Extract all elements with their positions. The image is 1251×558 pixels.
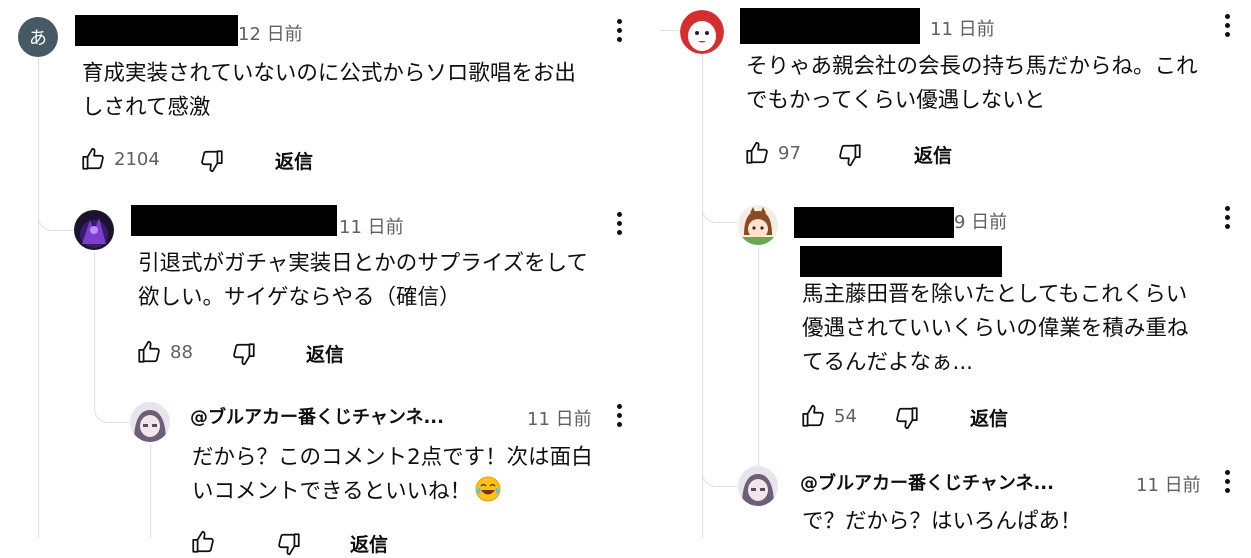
like-button[interactable]: 2104 [80, 145, 160, 173]
thread-connector [94, 360, 129, 423]
thread-line [150, 445, 151, 538]
avatar[interactable] [738, 466, 778, 506]
comment-timestamp[interactable]: 11 日前 [527, 405, 592, 431]
reply-button[interactable]: 返信 [275, 147, 313, 174]
comment-text: 育成実装されていないのに公式からソロ歌唱をお出 しされて感激 [82, 61, 576, 120]
redacted-author-name [740, 8, 920, 44]
redacted-author-name [75, 15, 238, 46]
thread-line [758, 247, 759, 467]
laugh-cry-emoji-icon [475, 476, 501, 513]
redacted-author-name [794, 207, 954, 238]
avatar[interactable] [130, 402, 170, 442]
dislike-button[interactable] [276, 530, 302, 558]
avatar[interactable]: あ [18, 17, 58, 57]
comment-author[interactable]: @ブルアカー番くじチャンネ... [190, 403, 444, 429]
comment-timestamp[interactable]: 11 日前 [339, 213, 404, 239]
thread-connector [38, 180, 73, 231]
like-count: 88 [170, 341, 193, 363]
more-vert-icon[interactable] [609, 398, 629, 432]
thumbs-up-icon [80, 146, 106, 172]
like-button[interactable]: 54 [800, 402, 857, 430]
avatar[interactable] [680, 10, 724, 54]
like-count: 2104 [114, 148, 160, 170]
reply-button[interactable]: 返信 [306, 340, 344, 367]
dislike-button[interactable] [894, 404, 920, 432]
comment-timestamp[interactable]: 11 日前 [1136, 471, 1201, 497]
more-vert-icon[interactable] [609, 13, 629, 47]
reply-button[interactable]: 返信 [350, 530, 388, 557]
dislike-button[interactable] [199, 147, 225, 175]
redacted-text [800, 246, 1002, 277]
comment-column-right: 11 日前 そりゃあ親会社の会長の持ち馬だからね。これ でもかってくらい優遇しな… [660, 0, 1251, 538]
like-button[interactable] [190, 528, 216, 556]
comment-timestamp[interactable]: 12 日前 [238, 20, 303, 46]
thumbs-down-icon [894, 405, 920, 431]
thumbs-down-icon [199, 148, 225, 174]
comment-text: そりゃあ親会社の会長の持ち馬だからね。これ でもかってくらい優遇しないと [746, 54, 1198, 113]
like-button[interactable]: 88 [136, 338, 193, 366]
like-button[interactable]: 97 [744, 139, 801, 167]
comment-text: 馬主藤田晋を除いたとしてもこれくらい 優遇されていいくらいの偉業を積み重ね てる… [802, 282, 1189, 375]
thumbs-up-icon [800, 403, 826, 429]
comment-text: で？だから？はいろんぱあ！ [802, 509, 1082, 534]
more-vert-icon[interactable] [1217, 200, 1237, 234]
comment-column-left: あ 12 日前 育成実装されていないのに公式からソロ歌唱をお出 しされて感激 2… [0, 0, 660, 556]
thumbs-up-icon [744, 140, 770, 166]
thread-connector [702, 180, 737, 223]
thumbs-down-icon [231, 341, 257, 367]
thumbs-up-icon [136, 339, 162, 365]
dislike-button[interactable] [231, 340, 257, 368]
avatar[interactable] [74, 210, 114, 250]
thread-connector [660, 30, 678, 31]
comment-timestamp[interactable]: 11 日前 [930, 15, 995, 41]
redacted-author-name [131, 205, 337, 236]
like-count: 54 [834, 405, 857, 427]
thumbs-up-icon [190, 529, 216, 555]
reply-button[interactable]: 返信 [914, 141, 952, 168]
comment-timestamp[interactable]: 9 日前 [954, 208, 1007, 234]
more-vert-icon[interactable] [1217, 464, 1237, 498]
thumbs-down-icon [837, 142, 863, 168]
like-count: 97 [778, 142, 801, 164]
avatar-letter: あ [29, 28, 47, 49]
avatar[interactable] [738, 205, 778, 245]
comment-text: だから？このコメント2点です！次は面白 いコメントできるといいね！ [192, 441, 593, 513]
thread-line [38, 58, 39, 538]
thumbs-down-icon [276, 531, 302, 557]
reply-button[interactable]: 返信 [970, 404, 1008, 431]
comment-author[interactable]: @ブルアカー番くじチャンネ... [800, 469, 1054, 495]
dislike-button[interactable] [837, 141, 863, 169]
more-vert-icon[interactable] [609, 206, 629, 240]
more-vert-icon[interactable] [1217, 8, 1237, 42]
thread-connector [702, 440, 737, 487]
comment-text: 引退式がガチャ実装日とかのサプライズをして 欲しい。サイゲならやる（確信） [138, 251, 588, 310]
